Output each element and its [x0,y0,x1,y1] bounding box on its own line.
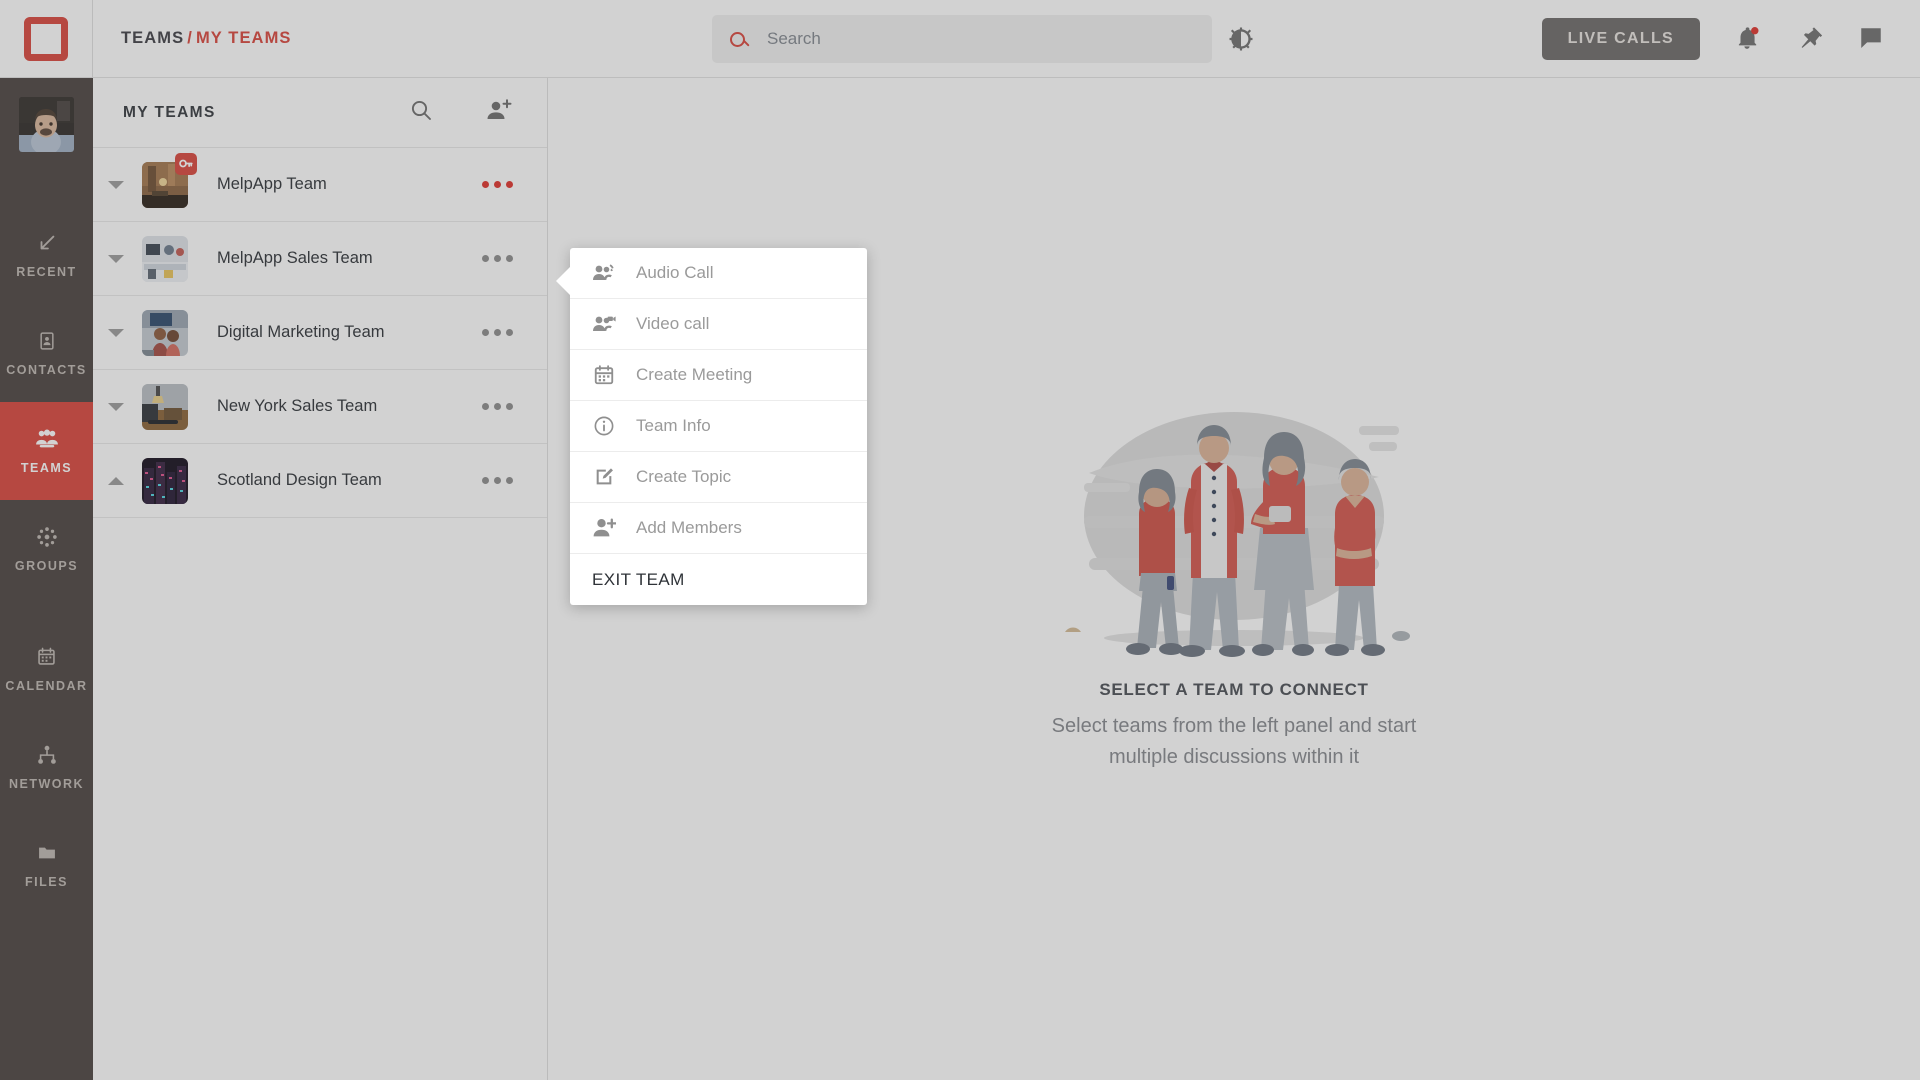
app-window: TEAMS/MY TEAMS LIVE CALLS [0,0,1920,1080]
context-menu-item[interactable]: Add Members [570,503,867,554]
team-name: New York Sales Team [217,397,378,415]
team-list-item[interactable]: MelpApp Team [93,148,547,222]
context-menu-item-label: Team Info [636,416,711,435]
team-name: Scotland Design Team [217,471,382,489]
sidebar-label-files: FILES [25,874,68,889]
sidebar-item-calendar[interactable]: CALENDAR [0,620,93,718]
exit-team-button[interactable]: EXIT TEAM [570,554,867,605]
context-menu-item-label: Add Members [636,518,742,537]
team-thumbnail [142,235,188,282]
left-nav-rail: RECENT CONTACTS TEAMS GROUPS CALENDAR NE… [0,78,93,1080]
top-header: TEAMS/MY TEAMS LIVE CALLS [0,0,1920,78]
header-actions: LIVE CALLS [1541,0,1886,78]
info-icon [592,414,616,438]
sidebar-item-recent[interactable]: RECENT [0,206,93,304]
sidebar-item-files[interactable]: FILES [0,816,93,914]
team-thumbnail [142,457,188,504]
sidebar-item-groups[interactable]: GROUPS [0,500,93,598]
search-input[interactable] [767,29,1194,49]
context-menu-item[interactable]: Video call [570,299,867,350]
user-avatar[interactable] [19,97,74,152]
team-name: MelpApp Sales Team [217,249,373,267]
sidebar-item-network[interactable]: NETWORK [0,718,93,816]
team-context-menu: Audio Call Video call Create Meeting Team I… [556,248,867,605]
team-list-item[interactable]: Digital Marketing Team [93,296,547,370]
exit-team-label: EXIT TEAM [592,569,685,589]
video-call-icon [592,312,616,336]
context-menu-item[interactable]: Create Meeting [570,350,867,401]
chevron-up-icon[interactable] [93,476,139,485]
groups-icon [36,526,58,548]
pin-icon[interactable] [1796,25,1824,53]
team-options-menu-button[interactable] [478,173,517,196]
teams-icon [34,428,60,450]
arrow-down-left-icon [36,232,58,254]
four-people-standing-illustration [1029,388,1439,658]
search-box[interactable] [712,15,1212,63]
context-menu-item[interactable]: Create Topic [570,452,867,503]
bell-icon[interactable] [1734,25,1762,53]
sidebar-label-network: NETWORK [8,776,85,791]
breadcrumb-separator: / [187,29,193,47]
sidebar-item-contacts[interactable]: CONTACTS [0,304,93,402]
chat-bubble-icon[interactable] [1858,25,1886,53]
teams-panel-header: MY TEAMS [93,78,547,148]
team-thumbnail [142,152,197,208]
team-name: MelpApp Team [217,175,327,193]
contact-card-icon [37,330,57,352]
team-options-menu-button[interactable] [478,395,517,418]
app-logo-square-icon [24,16,68,61]
app-logo[interactable] [0,0,93,78]
breadcrumb: TEAMS / MY TEAMS [121,29,292,48]
breadcrumb-parent[interactable]: TEAMS [121,29,184,47]
team-options-menu-button[interactable] [478,469,517,492]
panel-title: MY TEAMS [123,103,216,121]
power-toggle-icon[interactable] [1228,26,1254,52]
chevron-down-icon[interactable] [93,328,139,337]
empty-state-title: SELECT A TEAM TO CONNECT [1099,680,1369,699]
edit-square-icon [592,465,616,489]
teams-panel: MY TEAMS MelpApp Team MelpApp Sales Team D… [93,78,548,1080]
sidebar-label-contacts: CONTACTS [6,362,87,377]
search-icon [730,31,745,47]
live-calls-button[interactable]: LIVE CALLS [1541,18,1700,60]
search-icon[interactable] [409,98,439,128]
team-thumbnail [142,309,188,356]
team-options-menu-button[interactable] [478,321,517,344]
context-menu-item-label: Create Topic [636,467,732,486]
chevron-down-icon[interactable] [93,180,139,189]
sidebar-label-teams: TEAMS [20,460,73,475]
context-menu-item-label: Audio Call [636,263,714,282]
add-members-icon[interactable] [485,98,515,128]
sidebar-label-groups: GROUPS [14,558,79,573]
team-name: Digital Marketing Team [217,323,385,341]
private-key-badge-icon [175,152,197,175]
chevron-down-icon[interactable] [93,254,139,263]
team-options-menu-button[interactable] [478,247,517,270]
folder-icon [36,842,58,864]
sidebar-item-teams[interactable]: TEAMS [0,402,93,500]
add-person-icon [592,516,616,540]
audio-call-icon [592,261,616,285]
empty-state-subtitle: Select teams from the left panel and sta… [1051,715,1417,768]
team-list-item[interactable]: Scotland Design Team [93,444,547,518]
context-menu-item[interactable]: Audio Call [570,248,867,299]
calendar-icon [36,646,57,668]
team-list-item[interactable]: MelpApp Sales Team [93,222,547,296]
team-list-item[interactable]: New York Sales Team [93,370,547,444]
context-menu-item-label: Video call [636,314,710,333]
calendar-icon [592,363,616,387]
sidebar-label-recent: RECENT [16,264,77,279]
chevron-down-icon[interactable] [93,402,139,411]
sidebar-label-calendar: CALENDAR [5,678,88,693]
network-icon [36,744,58,766]
context-menu-item[interactable]: Team Info [570,401,867,452]
team-thumbnail [142,383,188,430]
breadcrumb-current: MY TEAMS [195,29,292,47]
context-menu-item-label: Create Meeting [636,365,753,384]
teams-list: MelpApp Team MelpApp Sales Team Digital Ma… [93,148,547,518]
